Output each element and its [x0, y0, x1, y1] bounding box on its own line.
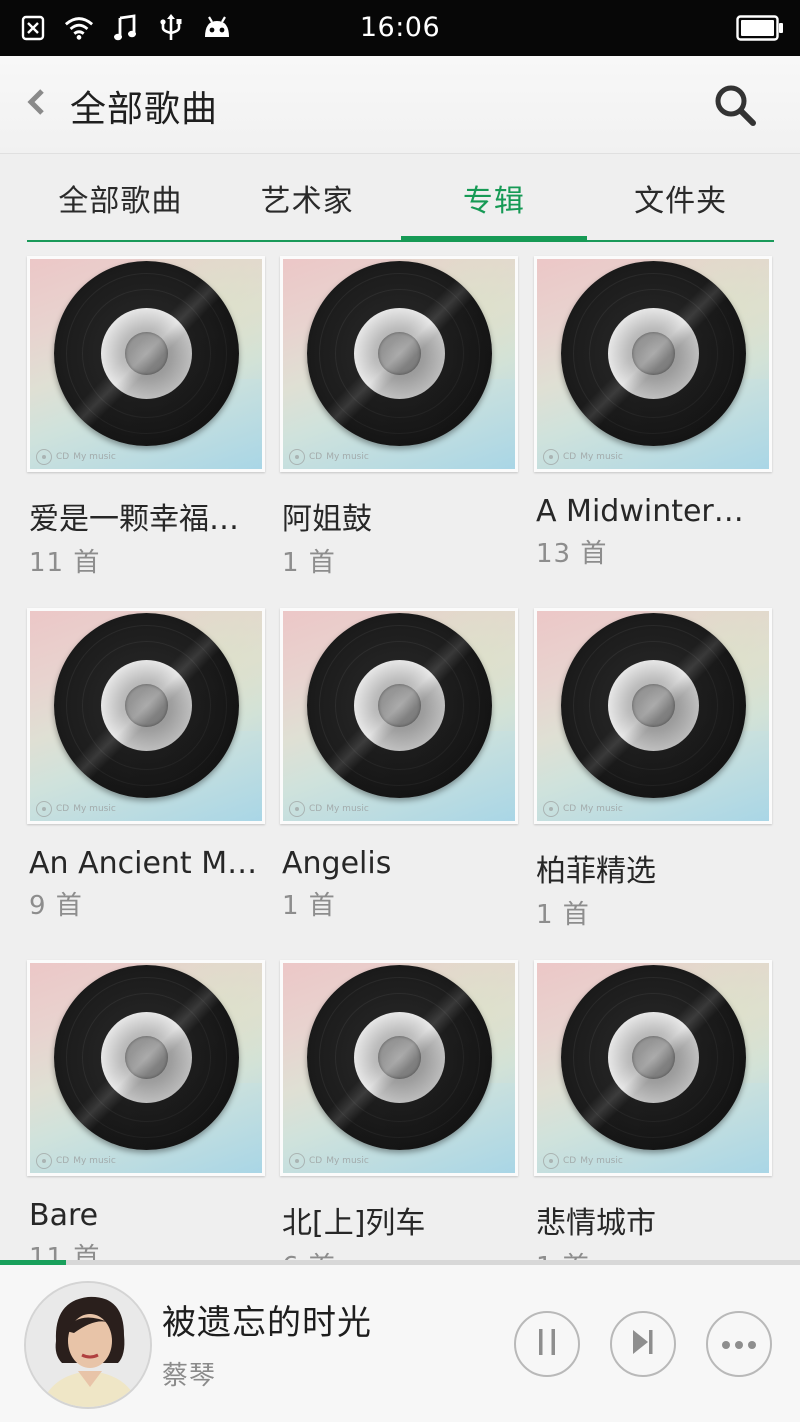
album-item[interactable]: CD My music A Midwinter… 13 首	[534, 256, 774, 570]
album-track-count: 6 首	[280, 1246, 520, 1260]
artist-avatar[interactable]	[24, 1281, 152, 1409]
cd-watermark: CD My music	[289, 449, 369, 465]
tab-artists[interactable]: 艺术家	[214, 156, 401, 240]
album-track-count: 1 首	[282, 548, 336, 578]
more-icon	[721, 1335, 757, 1354]
album-name: 爱是一颗幸福…	[29, 502, 239, 537]
next-track-button[interactable]	[610, 1311, 676, 1377]
vinyl-disc-icon	[561, 613, 746, 798]
album-item[interactable]: CD My music Bare 11 首	[27, 960, 267, 1260]
chevron-left-icon	[26, 88, 46, 120]
vinyl-disc-icon	[54, 965, 239, 1150]
album-track-count: 11 首	[29, 1243, 101, 1260]
album-cover: CD My music	[27, 608, 265, 824]
tab-all-songs[interactable]: 全部歌曲	[27, 156, 214, 240]
clock: 16:06	[359, 12, 441, 43]
album-track-count: 1 首	[534, 1246, 774, 1260]
search-button[interactable]	[710, 82, 760, 132]
album-track-count: 9 首	[29, 891, 83, 921]
album-name: 柏菲精选	[536, 854, 656, 889]
vinyl-disc-icon	[54, 261, 239, 446]
now-playing-artist: 蔡琴	[162, 1361, 217, 1391]
album-name: A Midwinter…	[536, 494, 744, 529]
vinyl-disc-icon	[561, 261, 746, 446]
page-title: 全部歌曲	[70, 89, 219, 130]
album-item[interactable]: CDMy music 北[上]列车 6 首	[280, 960, 520, 1260]
album-track-count: 11 首	[29, 548, 101, 578]
tab-folders[interactable]: 文件夹	[587, 156, 774, 240]
album-cover: CD My music	[27, 256, 265, 472]
pause-button[interactable]	[514, 1311, 580, 1377]
next-track-icon	[628, 1327, 658, 1361]
pause-icon	[535, 1327, 559, 1361]
album-track-count: 1 首	[282, 891, 336, 921]
album-track-count: 1 首	[536, 900, 590, 930]
album-item[interactable]: CDMy music 悲情城市 1 首	[534, 960, 774, 1260]
cd-watermark: CD My music	[543, 1153, 623, 1169]
album-cover: CD My music	[280, 256, 518, 472]
album-item[interactable]: CD My music 爱是一颗幸福… 11 首	[27, 256, 267, 579]
album-item[interactable]: CD My music 柏菲精选 1 首	[534, 608, 774, 931]
cd-watermark: CD My music	[289, 1153, 369, 1169]
album-name: Angelis	[282, 846, 392, 881]
cd-watermark: CD My music	[36, 801, 116, 817]
vinyl-disc-icon	[307, 613, 492, 798]
back-button[interactable]	[18, 84, 54, 124]
album-name: Bare	[29, 1198, 99, 1233]
album-cover: CD My music	[280, 960, 518, 1176]
album-name: 悲情城市	[536, 1206, 656, 1241]
vinyl-disc-icon	[307, 965, 492, 1150]
album-name: 北[上]列车	[282, 1206, 426, 1241]
album-track-count: 13 首	[536, 539, 608, 569]
album-grid: CD My music 爱是一颗幸福… 11 首 CD My music 阿姐鼓 1…	[0, 244, 800, 1260]
more-options-button[interactable]	[706, 1311, 772, 1377]
now-playing-bar[interactable]: 被遗忘的时光 蔡琴	[0, 1265, 800, 1422]
album-cover: CD My music	[534, 256, 772, 472]
album-cover: CD My music	[534, 608, 772, 824]
album-cover: CD My music	[27, 960, 265, 1176]
vinyl-disc-icon	[561, 965, 746, 1150]
tab-albums[interactable]: 专辑	[400, 156, 588, 242]
album-item[interactable]: CD My music Angelis 1 首	[280, 608, 520, 922]
album-name: An Ancient M…	[29, 846, 258, 881]
cd-watermark: CD My music	[36, 1153, 116, 1169]
status-bar: 16:06	[0, 0, 800, 56]
cd-watermark: CD My music	[289, 801, 369, 817]
cd-watermark: CD My music	[36, 449, 116, 465]
vinyl-disc-icon	[307, 261, 492, 446]
battery-icon	[736, 15, 784, 45]
cd-watermark: CD My music	[543, 801, 623, 817]
album-item[interactable]: CD My music An Ancient M… 9 首	[27, 608, 267, 922]
now-playing-title: 被遗忘的时光	[162, 1303, 372, 1343]
search-icon	[712, 82, 758, 132]
album-cover: CD My music	[280, 608, 518, 824]
vinyl-disc-icon	[54, 613, 239, 798]
album-item[interactable]: CD My music 阿姐鼓 1 首	[280, 256, 520, 579]
album-cover: CD My music	[534, 960, 772, 1176]
app-header: 全部歌曲	[0, 56, 800, 154]
cd-watermark: CD My music	[543, 449, 623, 465]
album-name: 阿姐鼓	[282, 502, 372, 537]
tab-bar: 全部歌曲 艺术家 专辑 文件夹	[27, 156, 774, 242]
